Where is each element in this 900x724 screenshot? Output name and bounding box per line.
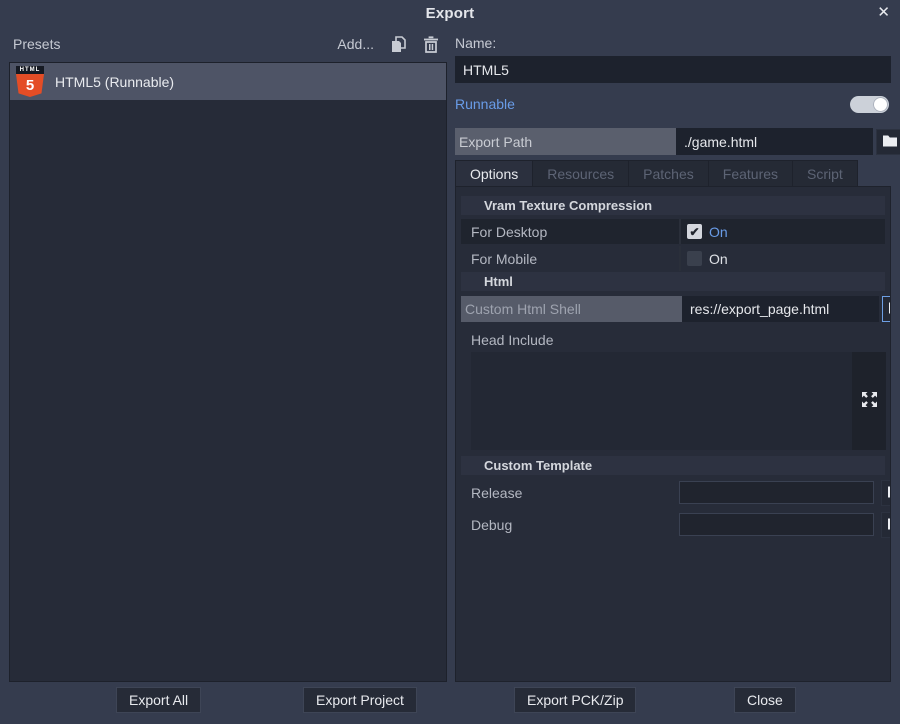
export-form: Name: Runnable Export Path Options Resou…	[455, 26, 891, 682]
toggle-knob	[873, 97, 888, 112]
expand-icon	[862, 392, 877, 410]
release-label: Release	[461, 485, 679, 501]
for-desktop-label: For Desktop	[461, 224, 679, 240]
for-desktop-value: ✔ On	[679, 219, 885, 244]
debug-browse-button[interactable]	[881, 512, 891, 538]
options-panel: Vram Texture Compression For Desktop ✔ O…	[455, 186, 891, 682]
tab-resources[interactable]: Resources	[533, 160, 629, 186]
tab-bar: Options Resources Patches Features Scrip…	[455, 160, 891, 186]
folder-icon	[887, 485, 892, 501]
duplicate-icon	[390, 36, 407, 53]
dialog-footer: Export All Export Project Export PCK/Zip…	[0, 682, 900, 724]
debug-input[interactable]	[679, 513, 874, 536]
expand-editor-button[interactable]	[859, 391, 879, 411]
release-browse-button[interactable]	[881, 480, 891, 506]
dialog-titlebar: Export ✕	[0, 0, 900, 26]
section-html: Html	[461, 272, 885, 291]
row-release: Release	[461, 480, 885, 505]
head-include-textarea[interactable]	[471, 352, 852, 450]
release-input[interactable]	[679, 481, 874, 504]
presets-header: Presets Add...	[9, 26, 447, 62]
export-path-row: Export Path	[455, 128, 891, 155]
row-for-mobile: For Mobile On	[461, 246, 885, 271]
section-vram-texture-compression: Vram Texture Compression	[461, 196, 885, 215]
row-debug: Debug	[461, 512, 885, 537]
debug-label: Debug	[461, 517, 679, 533]
for-desktop-checkbox[interactable]: ✔	[687, 224, 702, 239]
for-mobile-value: On	[679, 246, 885, 271]
folder-icon	[887, 517, 892, 533]
head-include-toolbar	[852, 352, 886, 450]
preset-list: HTML 5 HTML5 (Runnable)	[9, 62, 447, 682]
add-preset-button[interactable]: Add...	[337, 36, 374, 52]
presets-panel: Presets Add...	[9, 26, 447, 682]
runnable-label[interactable]: Runnable	[455, 96, 850, 112]
row-for-desktop: For Desktop ✔ On	[461, 219, 885, 244]
runnable-toggle[interactable]	[850, 96, 889, 113]
preset-item-label: HTML5 (Runnable)	[55, 74, 174, 90]
delete-preset-button[interactable]	[422, 36, 439, 53]
close-button[interactable]: Close	[734, 687, 796, 713]
head-include-editor	[471, 352, 886, 450]
export-path-label: Export Path	[455, 128, 676, 155]
checkmark-icon: ✔	[689, 225, 699, 239]
duplicate-preset-button[interactable]	[390, 36, 407, 53]
export-all-button[interactable]: Export All	[116, 687, 201, 713]
folder-icon	[888, 301, 892, 317]
html5-logo-icon: HTML 5	[16, 66, 44, 97]
for-mobile-checkbox[interactable]	[687, 251, 702, 266]
custom-html-shell-browse-button[interactable]	[882, 296, 891, 322]
name-label: Name:	[455, 35, 891, 56]
presets-title: Presets	[13, 36, 337, 52]
preset-item-html5[interactable]: HTML 5 HTML5 (Runnable)	[10, 63, 446, 100]
for-mobile-on-label: On	[709, 251, 728, 267]
head-include-label: Head Include	[461, 330, 885, 350]
tab-options[interactable]: Options	[455, 160, 533, 186]
export-project-button[interactable]: Export Project	[303, 687, 417, 713]
dialog-title: Export	[426, 5, 475, 22]
folder-icon	[882, 134, 898, 150]
custom-html-shell-label: Custom Html Shell	[461, 296, 682, 322]
name-input[interactable]	[455, 56, 891, 83]
dialog-body: Presets Add...	[0, 26, 900, 682]
close-icon[interactable]: ✕	[877, 3, 890, 23]
trash-icon	[423, 36, 439, 53]
section-custom-template: Custom Template	[461, 456, 885, 475]
export-pck-zip-button[interactable]: Export PCK/Zip	[514, 687, 636, 713]
row-custom-html-shell: Custom Html Shell	[461, 296, 885, 322]
for-desktop-on-label: On	[709, 224, 728, 240]
export-path-browse-button[interactable]	[876, 129, 900, 155]
export-path-input[interactable]	[676, 128, 873, 155]
custom-html-shell-input[interactable]	[682, 296, 879, 322]
for-mobile-label: For Mobile	[461, 251, 679, 267]
tab-patches[interactable]: Patches	[629, 160, 709, 186]
tab-features[interactable]: Features	[709, 160, 793, 186]
runnable-row: Runnable	[455, 92, 891, 116]
tab-script[interactable]: Script	[793, 160, 858, 186]
